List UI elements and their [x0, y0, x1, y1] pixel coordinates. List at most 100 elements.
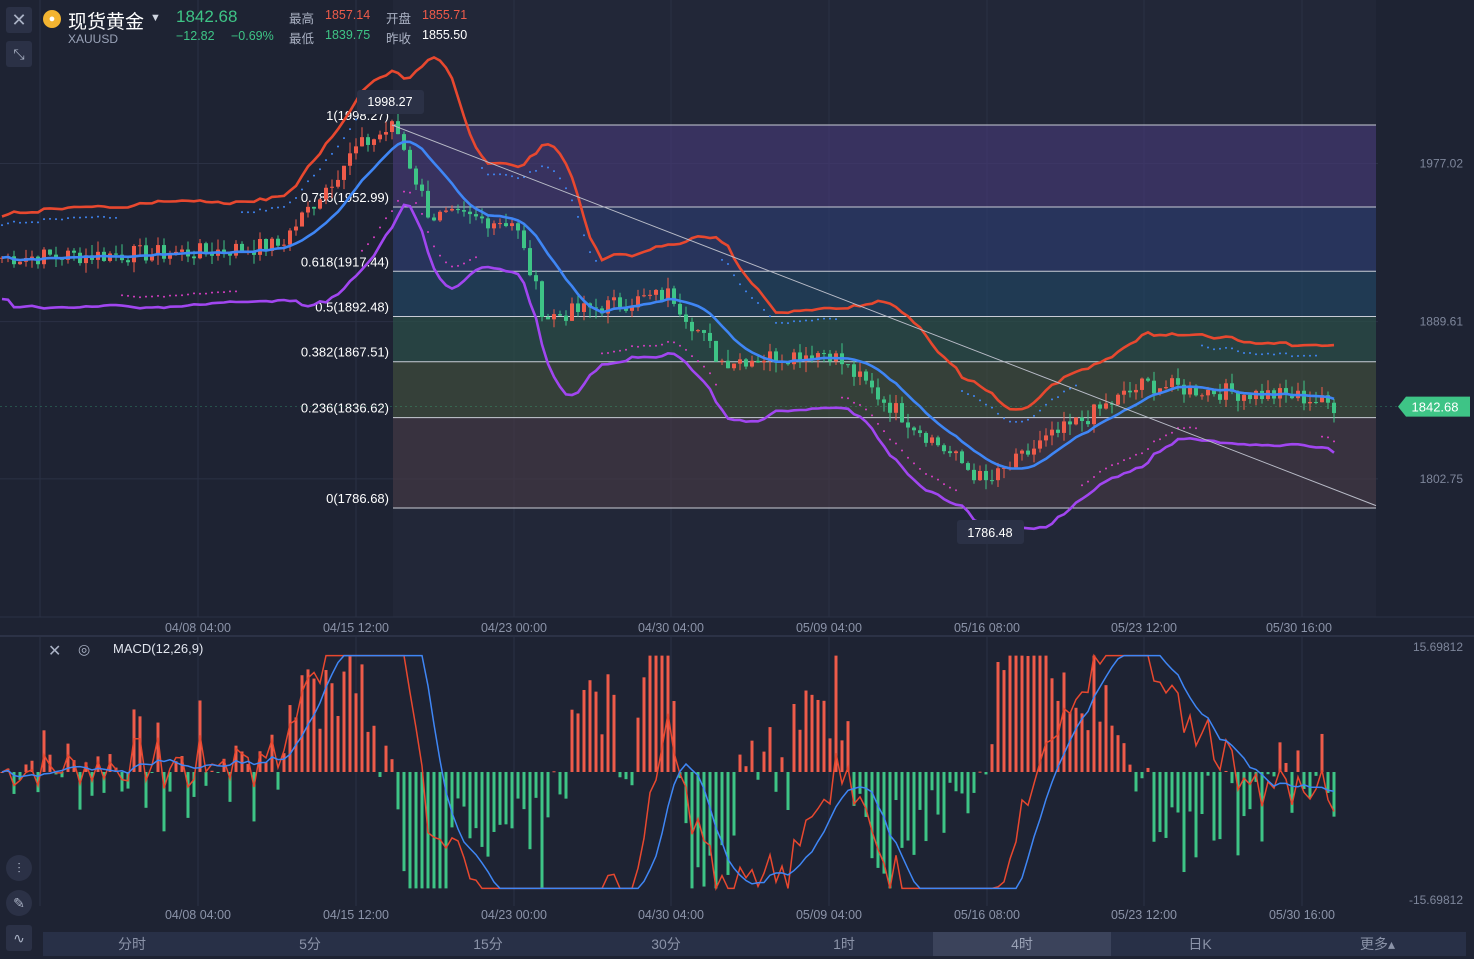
time-axis-label: 04/30 04:00: [638, 621, 704, 635]
tab-timeframe[interactable]: 1时: [755, 932, 933, 956]
pencil-icon[interactable]: ✎: [6, 890, 32, 916]
sar-dot: [877, 422, 879, 425]
sar-dot: [67, 217, 69, 220]
macd-histogram-bar: [588, 680, 592, 772]
tab-timeframe-active[interactable]: 4时: [933, 932, 1111, 956]
sar-dot: [787, 322, 789, 325]
sar-dot: [355, 118, 357, 121]
sar-dot: [199, 292, 201, 295]
macd-histogram-bar: [1044, 655, 1048, 772]
candle-body: [144, 245, 148, 261]
macd-histogram-bar: [1266, 772, 1270, 775]
sar-dot: [145, 295, 147, 298]
tab-timeframe[interactable]: 日K: [1111, 932, 1289, 956]
sar-dot: [805, 319, 807, 322]
fib-band: [393, 206, 1376, 272]
sar-dot: [1231, 347, 1233, 350]
sar-dot: [343, 137, 345, 140]
close-icon[interactable]: ✕: [6, 7, 32, 33]
tab-timeframe[interactable]: 分时: [43, 932, 221, 956]
sar-dot: [649, 344, 651, 347]
sar-dot: [745, 290, 747, 293]
candle-body: [1140, 378, 1144, 390]
chevron-down-icon[interactable]: ▼: [150, 12, 161, 24]
tab-timeframe[interactable]: 30分: [577, 932, 755, 956]
sar-dot: [115, 216, 117, 219]
macd-histogram-bar: [1002, 670, 1006, 772]
candle-body: [1020, 450, 1024, 454]
sar-dot: [1135, 453, 1137, 456]
macd-histogram-bar: [708, 772, 712, 856]
open-label: 开盘: [386, 12, 412, 26]
macd-histogram-bar: [762, 751, 766, 772]
sar-dot: [253, 211, 255, 214]
sar-dot: [883, 430, 885, 433]
macd-histogram-bar: [354, 693, 358, 772]
candle-body: [516, 223, 520, 231]
price-change-percent: −0.69%: [231, 29, 274, 43]
sar-dot: [751, 297, 753, 300]
gold-coin-icon: ●: [43, 10, 61, 28]
macd-histogram-bar: [366, 731, 370, 772]
time-axis-label: 04/23 00:00: [481, 621, 547, 635]
candle-body: [1062, 421, 1066, 433]
sar-dot: [721, 258, 723, 261]
macd-histogram-bar: [462, 772, 466, 807]
settings-icon[interactable]: ◎: [78, 641, 90, 658]
sar-dot: [625, 348, 627, 351]
sar-dot: [277, 206, 279, 209]
sar-dot: [823, 317, 825, 320]
sar-dot: [1129, 457, 1131, 460]
candle-body: [480, 216, 484, 219]
close-macd-icon[interactable]: ✕: [48, 641, 61, 661]
tab-timeframe[interactable]: 5分: [221, 932, 399, 956]
sar-dot: [727, 263, 729, 266]
macd-histogram-bar: [384, 745, 388, 772]
macd-histogram-bar: [930, 772, 934, 791]
sar-dot: [1171, 431, 1173, 434]
sar-dot: [691, 355, 693, 358]
macd-histogram-bar: [396, 772, 400, 810]
candle-body: [288, 230, 292, 245]
candle-body: [576, 303, 580, 312]
symbol-name[interactable]: 现货黄金: [68, 7, 144, 34]
macd-histogram-bar: [798, 729, 802, 772]
sar-dot: [73, 216, 75, 219]
candle-body: [378, 134, 382, 140]
sar-dot: [553, 170, 555, 173]
sar-dot: [283, 205, 285, 208]
candle-body: [528, 248, 532, 276]
macd-histogram-bar: [1302, 772, 1306, 790]
time-axis-label: 04/08 04:00: [165, 908, 231, 922]
prev-close-label: 昨收: [386, 32, 412, 46]
macd-histogram-bar: [1248, 772, 1252, 810]
sar-dot: [49, 217, 51, 220]
candle-body: [1068, 421, 1072, 425]
macd-histogram-bar: [1074, 707, 1078, 772]
candle-body: [1086, 421, 1090, 425]
sar-dot: [1249, 351, 1251, 354]
macd-histogram-bar: [756, 772, 760, 780]
macd-histogram-bar: [1314, 772, 1318, 776]
indicator-icon[interactable]: ∿: [6, 925, 32, 951]
candle-body: [360, 137, 364, 147]
macd-histogram-bar: [264, 762, 268, 772]
sar-dot: [1189, 426, 1191, 429]
low-label: 最低: [289, 32, 315, 46]
sar-dot: [985, 403, 987, 406]
candle-body: [336, 179, 340, 187]
tab-timeframe[interactable]: 15分: [399, 932, 577, 956]
sar-dot: [847, 397, 849, 400]
collapse-icon[interactable]: ⤡: [6, 41, 32, 67]
price-chart[interactable]: 1(1998.27)0.786(1952.99)0.618(1917.44)0.…: [0, 0, 1474, 640]
candle-body: [858, 371, 862, 377]
macd-histogram-bar: [972, 772, 976, 793]
candle-body: [132, 246, 136, 263]
sar-dot: [289, 201, 291, 204]
sar-dot: [103, 215, 105, 218]
macd-chart[interactable]: 15.69812 -15.69812 04/08 04:00 04/15 12:00 0…: [0, 636, 1474, 932]
sar-dot: [907, 456, 909, 459]
macd-histogram-bar: [1104, 685, 1108, 772]
candlestick-icon[interactable]: ⫶: [6, 855, 32, 881]
tab-more[interactable]: 更多▴: [1289, 932, 1466, 956]
